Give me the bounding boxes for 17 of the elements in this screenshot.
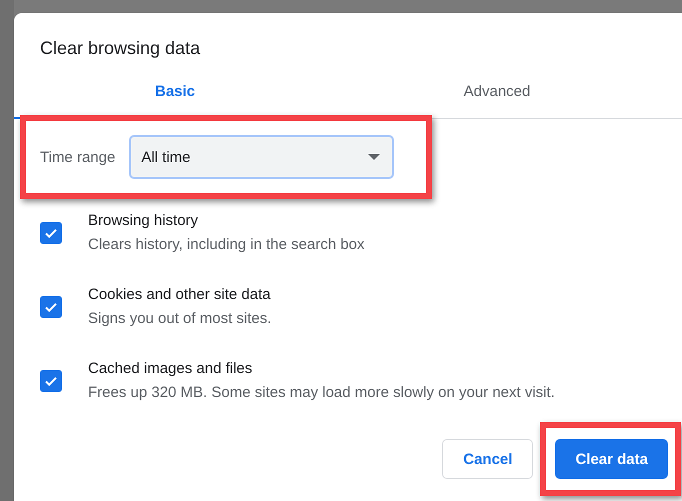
dialog-title: Clear browsing data bbox=[39, 37, 202, 57]
tab[interactable]: Advanced bbox=[336, 83, 658, 119]
time-range-dropdown[interactable]: All time bbox=[129, 135, 394, 179]
time-range-label: Time range bbox=[40, 148, 116, 166]
option-title: Cached images and files bbox=[88, 360, 254, 377]
clear-data-button[interactable]: Clear data bbox=[555, 439, 668, 479]
option-description: Clears history, including in the search box bbox=[88, 236, 365, 253]
checkbox[interactable] bbox=[40, 296, 62, 318]
option-description: Signs you out of most sites. bbox=[88, 310, 272, 327]
checkbox[interactable] bbox=[40, 222, 62, 244]
tab[interactable]: Basic bbox=[14, 83, 336, 119]
option-title: Browsing history bbox=[88, 212, 200, 229]
option-description: Frees up 320 MB. Some sites may load more slowly on your next visit. bbox=[88, 384, 555, 401]
cancel-button[interactable]: Cancel bbox=[442, 439, 534, 479]
caret-icon bbox=[368, 154, 380, 160]
checkbox[interactable] bbox=[40, 370, 62, 392]
option-title: Cookies and other site data bbox=[88, 286, 272, 303]
